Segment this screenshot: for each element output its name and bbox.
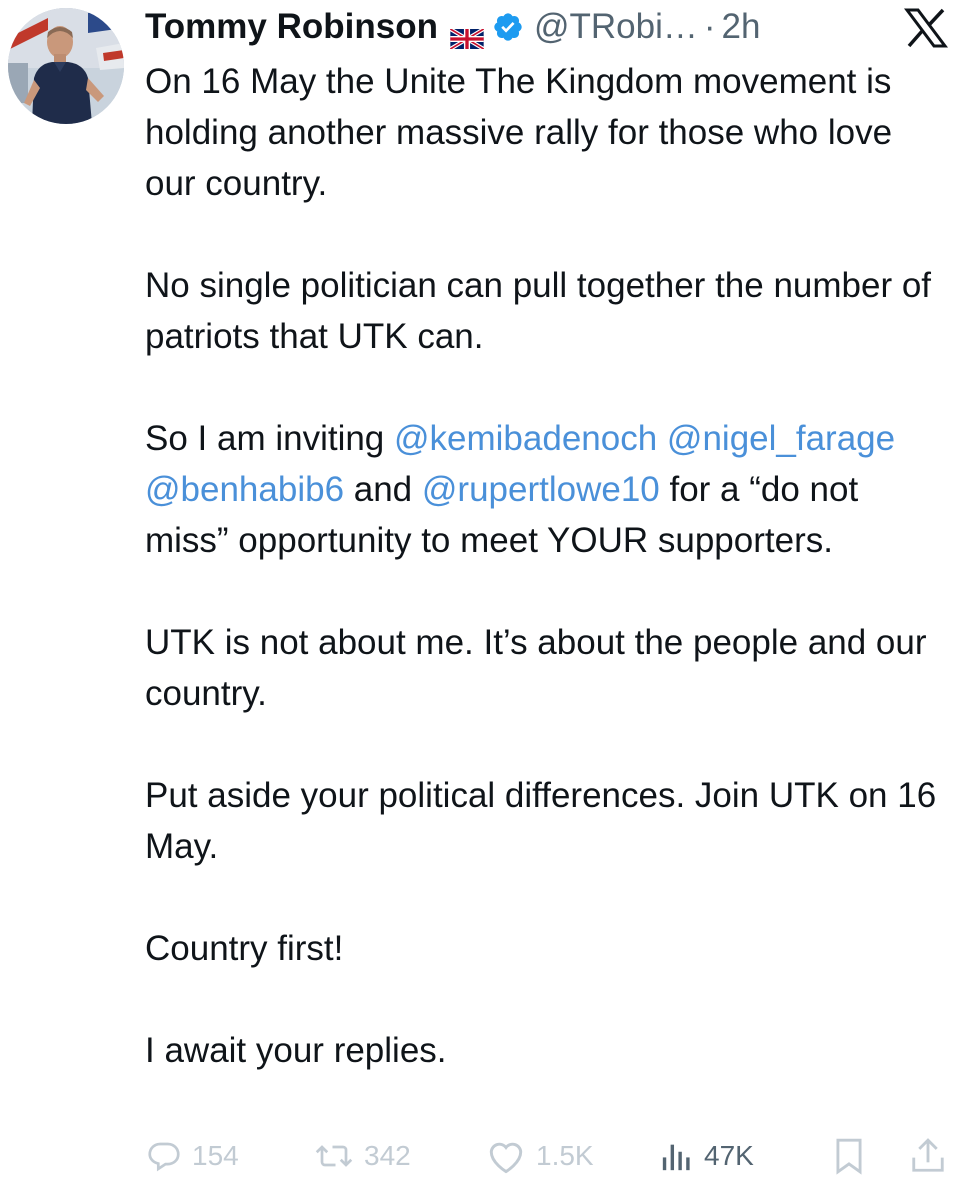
verified-badge-icon[interactable] [492,11,524,43]
tweet-paragraph: On 16 May the Unite The Kingdom movement… [145,56,951,209]
repost-icon [314,1138,354,1174]
action-bar: 154 342 1.5K 47K [0,1134,955,1178]
share-icon [910,1137,946,1175]
views-button[interactable]: 47K [660,1134,754,1178]
author-name[interactable]: Tommy Robinson [145,7,438,47]
avatar-photo [8,8,124,124]
tweet-paragraph: I await your replies. [145,1025,951,1076]
tweet-text-span: No single politician can pull together t… [145,266,932,356]
like-count: 1.5K [536,1140,594,1171]
mention-link[interactable]: @rupertlowe10 [422,470,660,509]
tweet-paragraph: No single politician can pull together t… [145,260,951,362]
tweet-text-span: On 16 May the Unite The Kingdom movement… [145,62,893,203]
heart-icon [486,1138,526,1174]
dot-separator: · [703,7,716,46]
author-handle[interactable]: @TRobi… [534,7,698,47]
mention-link[interactable]: @benhabib6 [145,470,344,509]
views-count: 47K [704,1140,754,1171]
mention-link[interactable]: @nigel_farage [667,419,895,458]
tweet-header: Tommy Robinson @TRobi… · 2h [145,4,761,51]
tweet-timestamp[interactable]: 2h [722,7,761,47]
tweet-text-span: So I am inviting [145,419,394,458]
views-icon [660,1139,694,1173]
tweet-text-span [657,419,667,458]
uk-flag-icon [449,18,485,51]
avatar[interactable] [8,8,124,124]
tweet-text-span: UTK is not about me. It’s about the peop… [145,623,927,713]
like-button[interactable]: 1.5K [486,1134,594,1178]
tweet-paragraph: UTK is not about me. It’s about the peop… [145,617,951,719]
tweet-paragraph: Country first! [145,923,951,974]
x-logo-icon [904,8,948,48]
mention-link[interactable]: @kemibadenoch [394,419,657,458]
tweet-paragraph: Put aside your political differences. Jo… [145,770,951,872]
tweet-text-span: Put aside your political differences. Jo… [145,776,937,866]
bookmark-icon [832,1137,866,1175]
share-button[interactable] [910,1134,946,1178]
tweet-paragraph: So I am inviting @kemibadenoch @nigel_fa… [145,413,951,566]
repost-button[interactable]: 342 [314,1134,411,1178]
tweet-text-span: I await your replies. [145,1031,447,1070]
reply-button[interactable]: 154 [146,1134,239,1178]
reply-icon [146,1138,182,1174]
bookmark-button[interactable] [832,1134,866,1178]
tweet-text-span: and [344,470,422,509]
tweet-text: On 16 May the Unite The Kingdom movement… [145,56,951,1076]
tweet-text-span: Country first! [145,929,344,968]
reply-count: 154 [192,1140,239,1171]
repost-count: 342 [364,1140,411,1171]
